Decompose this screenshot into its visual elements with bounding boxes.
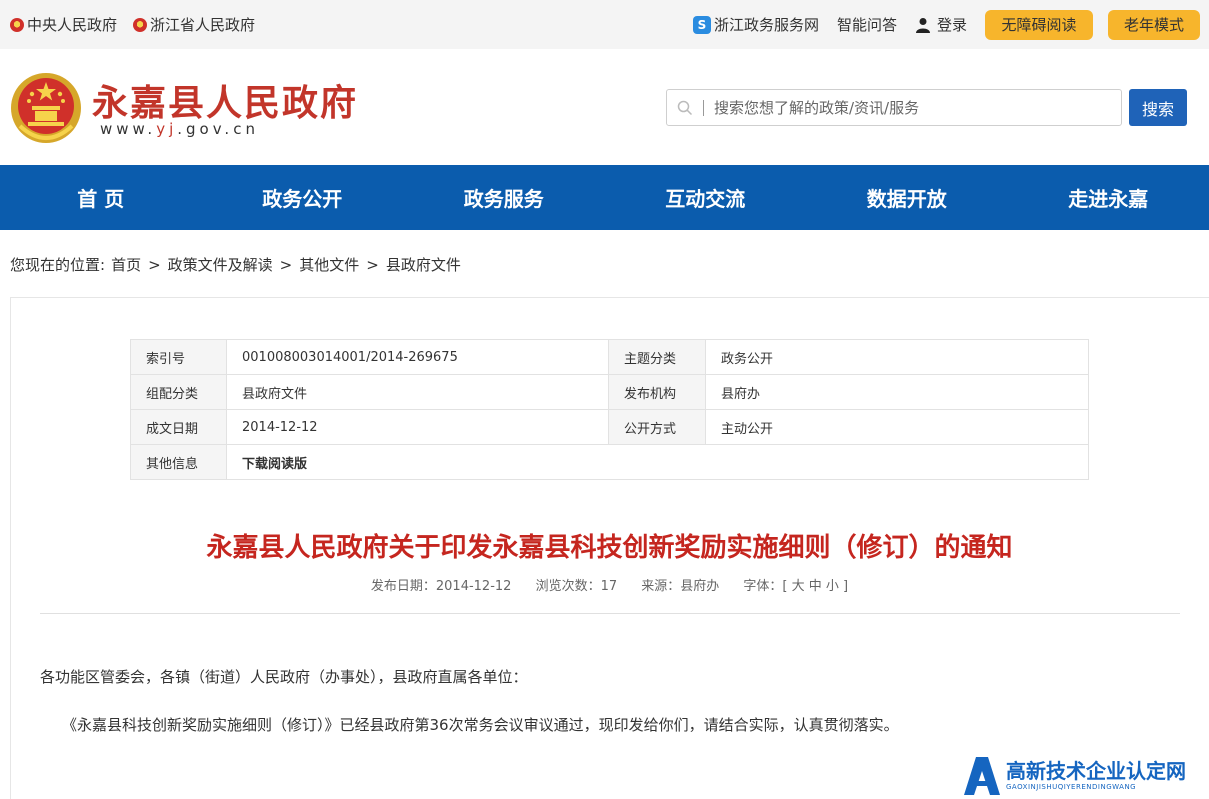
link-central-government-label: 中央人民政府 — [27, 16, 118, 34]
meta-key-mode: 公开方式 — [608, 409, 706, 445]
publish-date: 发布日期：2014-12-12 — [370, 579, 512, 594]
document-source: 来源：县府办 — [641, 579, 720, 594]
link-zhejiang-service-label: 浙江政务服务网 — [713, 16, 819, 34]
zhejiang-service-icon: S — [692, 15, 711, 34]
link-smart-qa-label: 智能问答 — [836, 16, 897, 34]
nav-item-interaction[interactable]: 互动交流 — [605, 165, 807, 230]
breadcrumb-item-policy-docs[interactable]: 政策文件及解读 — [168, 254, 273, 275]
link-zhejiang-government-label: 浙江省人民政府 — [150, 16, 256, 34]
meta-value-group: 县政府文件 — [226, 374, 609, 410]
accessible-reading-button[interactable]: 无障碍阅读 — [985, 9, 1093, 40]
user-icon — [915, 17, 930, 33]
breadcrumb-item-county-docs[interactable]: 县政府文件 — [386, 254, 461, 275]
elderly-mode-button[interactable]: 老年模式 — [1108, 9, 1200, 40]
site-url-prefix: www. — [100, 120, 157, 138]
document-meta-line: 发布日期：2014-12-12 浏览次数：17 来源：县府办 字体：[ 大 中 … — [0, 575, 1209, 594]
top-bar: 中央人民政府 浙江省人民政府 S 浙江政务服务网 智能问答 登录 无障碍阅读 老… — [0, 0, 1209, 49]
table-row: 索引号 001008003014001/2014-269675 主题分类 政务公… — [130, 339, 1089, 375]
main-nav: 首 页 政务公开 政务服务 互动交流 数据开放 走进永嘉 — [0, 165, 1209, 230]
table-row: 成文日期 2014-12-12 公开方式 主动公开 — [130, 409, 1089, 445]
site-url-highlight: yj — [156, 120, 178, 138]
link-smart-qa[interactable]: 智能问答 — [837, 14, 897, 35]
search-divider — [703, 99, 704, 116]
breadcrumb-label: 您现在的位置: — [10, 256, 106, 274]
meta-key-index: 索引号 — [130, 339, 227, 375]
nav-item-government-affairs[interactable]: 政务公开 — [202, 165, 404, 230]
meta-key-date: 成文日期 — [130, 409, 227, 445]
divider — [40, 613, 1180, 614]
document-body-paragraph: 《永嘉县科技创新奖励实施细则（修订）》已经县政府第36次常务会议审议通过，现印发… — [62, 716, 899, 734]
search-icon — [667, 90, 703, 125]
nav-item-open-data[interactable]: 数据开放 — [806, 165, 1008, 230]
breadcrumb-separator: > — [366, 255, 379, 274]
document-title: 永嘉县人民政府关于印发永嘉县科技创新奖励实施细则（修订）的通知 — [206, 533, 1013, 563]
national-emblem-logo[interactable] — [10, 70, 82, 146]
national-emblem-icon — [133, 17, 148, 32]
font-size-switcher[interactable]: 字体：[ 大 中 小 ] — [743, 579, 848, 594]
nav-item-home[interactable]: 首 页 — [0, 165, 202, 230]
search-button[interactable]: 搜索 — [1129, 89, 1187, 126]
watermark-text: 高新技术企业认定网 GAOXINJISHUQIYERENDINGWANG — [1006, 759, 1186, 791]
site-url: www.yj.gov.cn — [100, 120, 259, 138]
breadcrumb-separator: > — [148, 255, 161, 274]
link-central-government[interactable]: 中央人民政府 — [10, 14, 117, 35]
meta-key-other: 其他信息 — [130, 444, 227, 480]
watermark-main-text: 高新技术企业认定网 — [1006, 758, 1186, 783]
top-links-left: 中央人民政府 浙江省人民政府 — [10, 0, 255, 49]
login-label: 登录 — [936, 16, 967, 34]
meta-key-org: 发布机构 — [608, 374, 706, 410]
watermark-sub-text: GAOXINJISHUQIYERENDINGWANG — [1006, 782, 1137, 791]
meta-key-group: 组配分类 — [130, 374, 227, 410]
breadcrumb-item-home[interactable]: 首页 — [111, 254, 141, 275]
top-links-right: S 浙江政务服务网 智能问答 登录 无障碍阅读 老年模式 — [692, 0, 1200, 49]
link-zhejiang-service[interactable]: S 浙江政务服务网 — [692, 14, 819, 35]
link-zhejiang-government[interactable]: 浙江省人民政府 — [133, 14, 255, 35]
watermark-logo-icon — [964, 756, 1000, 795]
breadcrumb: 您现在的位置: 首页 > 政策文件及解读 > 其他文件 > 县政府文件 — [10, 254, 461, 275]
national-emblem-icon — [10, 17, 24, 32]
document-meta-table: 索引号 001008003014001/2014-269675 主题分类 政务公… — [130, 339, 1089, 480]
login-link[interactable]: 登录 — [915, 14, 967, 35]
meta-value-topic: 政务公开 — [705, 339, 1089, 375]
meta-key-topic: 主题分类 — [608, 339, 706, 375]
table-row: 组配分类 县政府文件 发布机构 县府办 — [130, 374, 1089, 410]
search-box — [666, 89, 1122, 126]
meta-value-index: 001008003014001/2014-269675 — [226, 339, 609, 375]
breadcrumb-separator: > — [279, 255, 293, 274]
nav-item-about-yongjia[interactable]: 走进永嘉 — [1008, 165, 1209, 230]
breadcrumb-item-other-docs[interactable]: 其他文件 — [299, 254, 359, 275]
meta-value-org: 县府办 — [705, 374, 1089, 410]
table-row: 其他信息 下载阅读版 — [130, 444, 1089, 480]
search-input[interactable] — [714, 98, 1094, 117]
view-count: 浏览次数：17 — [535, 579, 618, 594]
nav-item-government-services[interactable]: 政务服务 — [403, 165, 605, 230]
site-url-suffix: .gov.cn — [177, 120, 259, 138]
download-reading-link[interactable]: 下载阅读版 — [226, 444, 1089, 480]
site-title[interactable]: 永嘉县人民政府 — [92, 74, 358, 126]
meta-value-mode: 主动公开 — [705, 409, 1089, 445]
meta-value-date: 2014-12-12 — [226, 409, 609, 445]
document-salutation: 各功能区管委会，各镇（街道）人民政府（办事处），县政府直属各单位： — [40, 668, 528, 686]
watermark: 高新技术企业认定网 GAOXINJISHUQIYERENDINGWANG — [962, 750, 1209, 799]
